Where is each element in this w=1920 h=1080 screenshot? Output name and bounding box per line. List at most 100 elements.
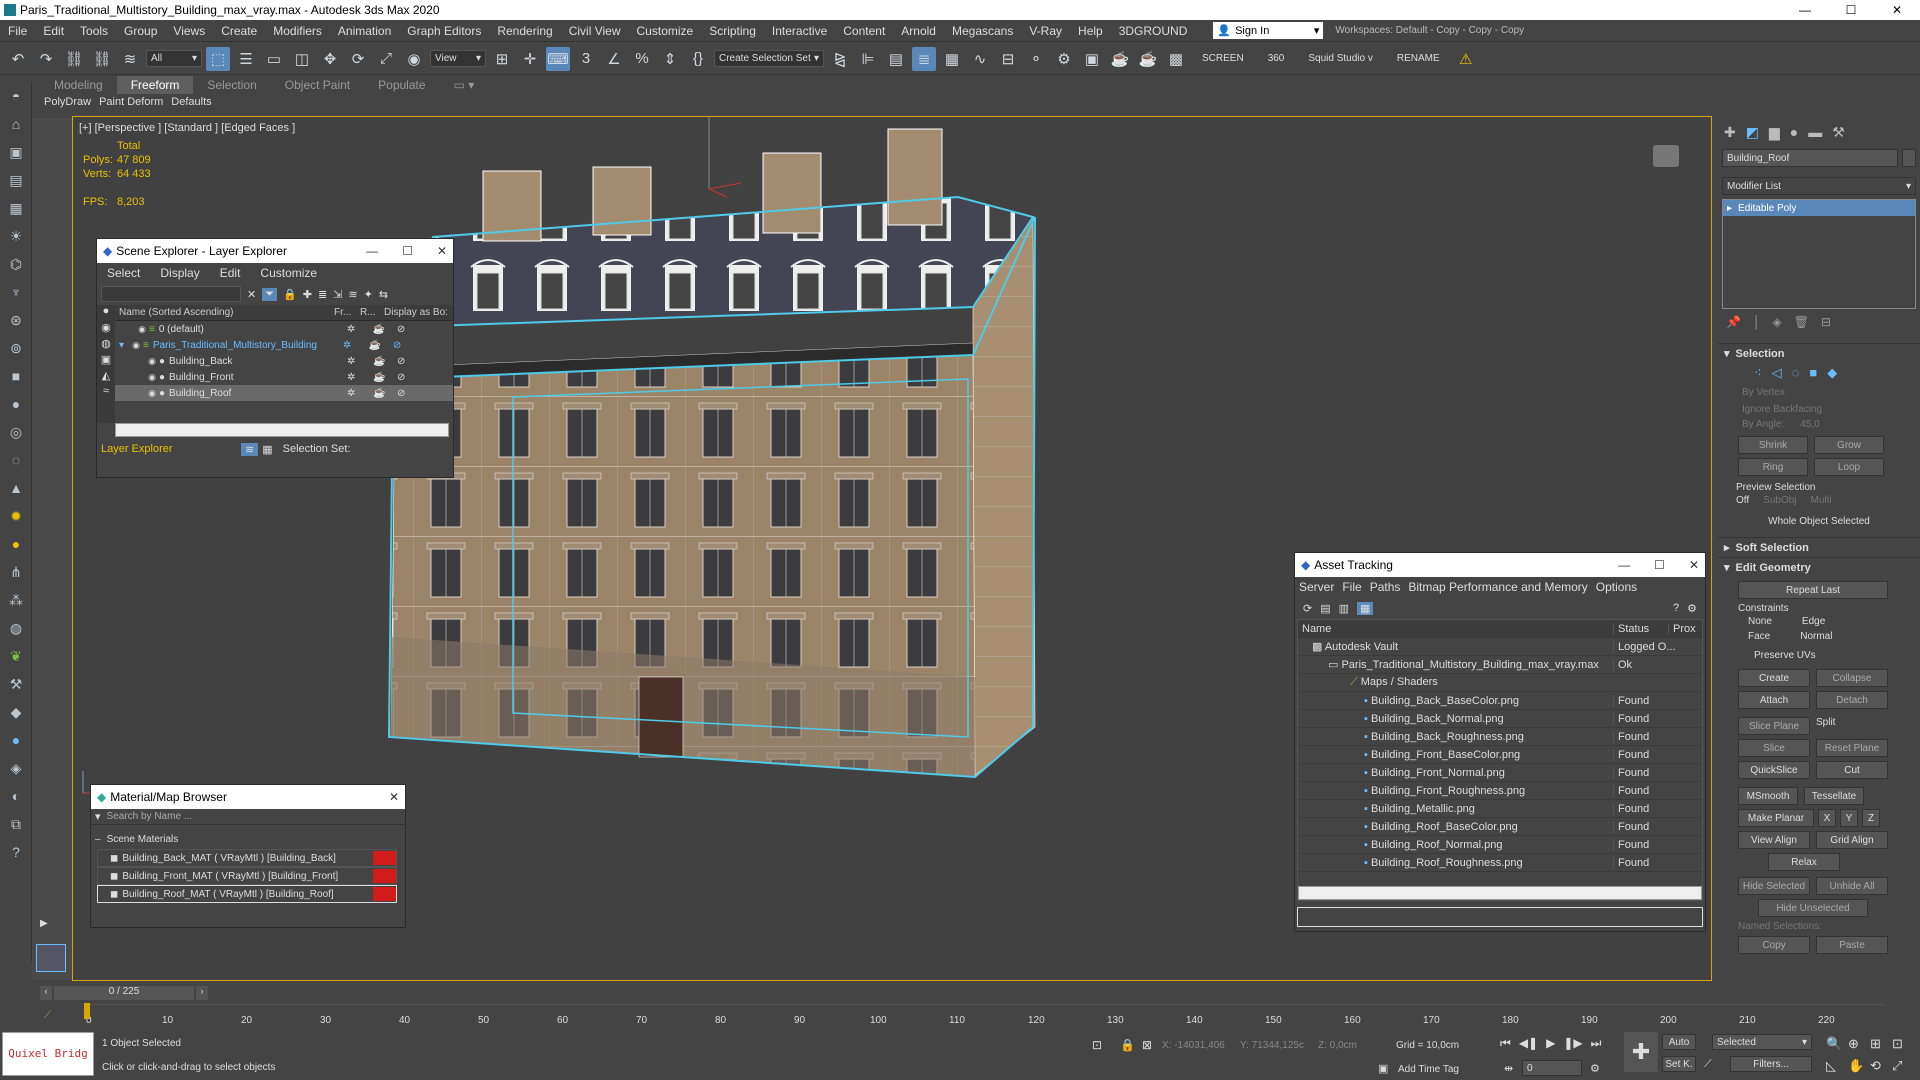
by-vertex-checkbox[interactable]: By Vertex xyxy=(1718,383,1920,402)
edit-geometry-rollout-header[interactable]: ▾ Edit Geometry xyxy=(1718,557,1920,577)
lights-icon[interactable]: ☀ xyxy=(0,222,32,250)
copy-button[interactable]: Copy xyxy=(1738,936,1810,954)
named-selection-dropdown[interactable]: Create Selection Set ▾ xyxy=(714,50,824,67)
grass-icon[interactable]: ⋔ xyxy=(0,558,32,586)
minimize-icon[interactable]: — xyxy=(1618,558,1630,572)
vray-icon[interactable]: ◐ xyxy=(0,782,32,810)
table-row[interactable]: ▭ Paris_Traditional_Multistory_Building_… xyxy=(1298,656,1702,674)
freeze-icon[interactable]: ✲ xyxy=(343,340,369,351)
eye-icon[interactable]: ◉ xyxy=(129,340,143,351)
prev-key-icon[interactable]: ◀❚ xyxy=(1519,1036,1538,1051)
spinner-snap-icon[interactable]: ⇕ xyxy=(658,47,682,71)
tab-freeform[interactable]: Freeform xyxy=(116,76,194,94)
zoom-all-icon[interactable]: ⊕ xyxy=(1848,1036,1870,1052)
sphere-blue-icon[interactable]: ● xyxy=(0,726,32,754)
ring-button[interactable]: Ring xyxy=(1738,458,1808,476)
menu-paths[interactable]: Paths xyxy=(1366,580,1405,594)
rename-button[interactable]: RENAME xyxy=(1387,53,1450,64)
cameras-icon[interactable]: ⌬ xyxy=(0,250,32,278)
col-freeze[interactable]: Fr... xyxy=(330,307,356,318)
close-icon[interactable]: ✕ xyxy=(437,244,447,258)
freeze-icon[interactable]: ✲ xyxy=(347,356,373,367)
tessellate-button[interactable]: Tessellate xyxy=(1804,787,1864,805)
set-key-big-icon[interactable]: ✚ xyxy=(1624,1032,1658,1072)
file-icon[interactable]: ▤ xyxy=(1320,602,1330,615)
utilities-tab-icon[interactable]: ⚒ xyxy=(1832,124,1845,141)
redo-icon[interactable]: ↷ xyxy=(34,47,58,71)
move-icon[interactable]: ✥ xyxy=(318,47,342,71)
menu-select[interactable]: Select xyxy=(97,266,150,280)
time-config-icon[interactable]: ⚙ xyxy=(1590,1062,1600,1075)
menu-graph-editors[interactable]: Graph Editors xyxy=(399,24,489,38)
rock-icon[interactable]: ◆ xyxy=(0,698,32,726)
tab-populate[interactable]: Populate xyxy=(364,76,439,94)
vertex-icon[interactable]: ⁖ xyxy=(1754,365,1762,381)
sync-icon[interactable]: ⇆ xyxy=(379,288,388,301)
align-icon[interactable]: ⊫ xyxy=(856,47,880,71)
helpers-icon[interactable]: ♆ xyxy=(0,278,32,306)
tab-object-paint[interactable]: Object Paint xyxy=(271,76,364,94)
preview-multi-radio[interactable]: Multi xyxy=(1811,495,1832,506)
ignore-backfacing-checkbox[interactable]: Ignore Backfacing xyxy=(1718,402,1920,417)
time-slider[interactable]: ‹ 0 / 225 › xyxy=(40,986,1880,1000)
stack-item-editable-poly[interactable]: ▸ Editable Poly xyxy=(1723,200,1915,216)
next-frame-icon[interactable]: › xyxy=(196,986,208,1000)
menu-interactive[interactable]: Interactive xyxy=(764,24,835,38)
table-row[interactable]: ▪ Building_Roof_BaseColor.png Found xyxy=(1298,818,1702,836)
render-icon[interactable]: ☕ xyxy=(369,340,393,351)
col-render[interactable]: R... xyxy=(356,307,380,318)
box-display-icon[interactable]: ⊘ xyxy=(397,324,405,335)
grid-align-button[interactable]: Grid Align xyxy=(1816,831,1888,849)
shrink-button[interactable]: Shrink xyxy=(1738,436,1808,454)
make-planar-button[interactable]: Make Planar xyxy=(1738,809,1814,827)
toggle-scene-explorer-icon[interactable]: ▤ xyxy=(884,47,908,71)
menu-file[interactable]: File xyxy=(1338,580,1365,594)
ref-coord-dropdown[interactable]: View ▾ xyxy=(430,50,486,67)
motion-tab-icon[interactable]: ● xyxy=(1790,124,1798,141)
find-input[interactable] xyxy=(101,286,241,302)
time-slider-handle[interactable] xyxy=(84,1003,90,1019)
display-shapes-icon[interactable]: ◍ xyxy=(97,337,115,353)
hide-selected-button[interactable]: Hide Selected xyxy=(1738,877,1810,895)
box-display-icon[interactable]: ⊘ xyxy=(397,372,405,383)
table-row[interactable]: ▪ Building_Back_Normal.png Found xyxy=(1298,710,1702,728)
create-tab-icon[interactable]: ✚ xyxy=(1724,124,1736,141)
shapes-icon[interactable]: ◓ xyxy=(0,82,32,110)
menu-file[interactable]: File xyxy=(0,24,35,38)
menu-help[interactable]: Help xyxy=(1070,24,1111,38)
collapse-icon[interactable]: ▾ xyxy=(119,340,129,351)
go-to-end-icon[interactable]: ⏭ xyxy=(1591,1036,1602,1051)
menu-display[interactable]: Display xyxy=(150,266,209,280)
preview-off-radio[interactable]: Off xyxy=(1736,495,1749,506)
modifier-list-dropdown[interactable]: Modifier List ▾ xyxy=(1722,177,1916,195)
select-by-name-icon[interactable]: ☰ xyxy=(234,47,258,71)
hierarchy-tab-icon[interactable]: ▆ xyxy=(1769,124,1780,141)
list-item[interactable]: ◼ Building_Back_MAT ( VRayMtl ) [Buildin… xyxy=(97,849,397,867)
image-icon[interactable]: ▣ xyxy=(0,138,32,166)
object-icon[interactable]: ◈ xyxy=(0,754,32,782)
bind-spacewarp-icon[interactable]: ≋ xyxy=(118,47,142,71)
polygon-icon[interactable]: ■ xyxy=(1809,365,1817,381)
relax-button[interactable]: Relax xyxy=(1768,853,1840,871)
filter-icon[interactable]: ⏷ xyxy=(262,287,278,301)
freeze-icon[interactable]: ✲ xyxy=(347,388,373,399)
angle-snap-icon[interactable]: ∠ xyxy=(602,47,626,71)
rotate-icon[interactable]: ⟳ xyxy=(346,47,370,71)
render-icon[interactable]: ☕ xyxy=(373,356,397,367)
layer-mode-icon[interactable]: ≋ xyxy=(241,442,259,456)
next-key-icon[interactable]: ❚▶ xyxy=(1563,1036,1582,1051)
window-crossing-icon[interactable]: ◫ xyxy=(290,47,314,71)
create-button[interactable]: Create xyxy=(1738,669,1810,687)
box-display-icon[interactable]: ⊘ xyxy=(393,340,401,351)
table-view-icon[interactable]: ▦ xyxy=(1357,601,1374,615)
table-row[interactable]: ▪ Building_Roof_Roughness.png Found xyxy=(1298,854,1702,872)
scene-materials-section[interactable]: – Scene Materials xyxy=(91,829,405,849)
panel-polydraw[interactable]: PolyDraw xyxy=(40,96,95,108)
particle-icon[interactable]: ⁂ xyxy=(0,586,32,614)
planar-x-button[interactable]: X xyxy=(1818,809,1836,827)
horizontal-scrollbar[interactable] xyxy=(115,423,449,437)
collapse-button[interactable]: Collapse xyxy=(1816,669,1888,687)
col-proxy[interactable]: Prox xyxy=(1668,622,1698,635)
expand-icon[interactable]: ▸ xyxy=(1727,203,1732,214)
planar-z-button[interactable]: Z xyxy=(1862,809,1880,827)
